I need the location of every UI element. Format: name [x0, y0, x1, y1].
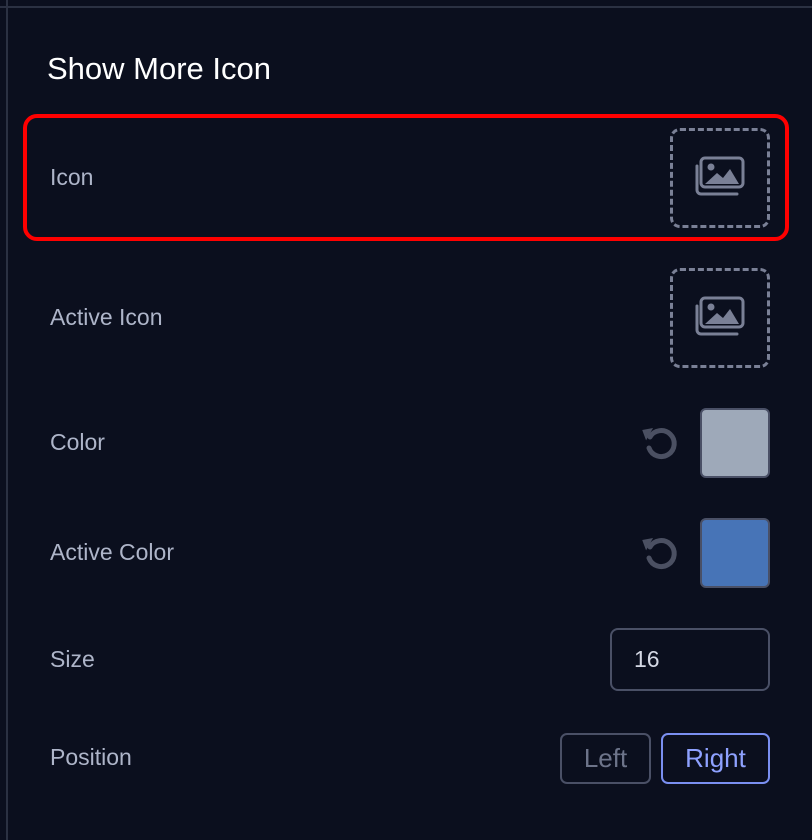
- section-title: Show More Icon: [47, 51, 271, 86]
- size-input[interactable]: [610, 628, 770, 691]
- position-right-button[interactable]: Right: [661, 733, 770, 784]
- color-swatch[interactable]: [700, 408, 770, 478]
- panel-top-divider: [0, 0, 812, 8]
- color-reset-icon[interactable]: [637, 420, 683, 466]
- icon-picker[interactable]: [670, 128, 770, 228]
- size-label: Size: [50, 646, 95, 672]
- active-color-swatch[interactable]: [700, 518, 770, 588]
- active-icon-label: Active Icon: [50, 304, 163, 330]
- position-left-button[interactable]: Left: [560, 733, 651, 784]
- active-icon-picker[interactable]: [670, 268, 770, 368]
- color-label: Color: [50, 429, 105, 455]
- position-label: Position: [50, 744, 132, 770]
- panel-left-divider: [0, 0, 8, 840]
- image-gallery-icon: [694, 155, 746, 202]
- icon-label: Icon: [50, 164, 94, 190]
- image-gallery-icon: [694, 295, 746, 342]
- active-color-reset-icon[interactable]: [637, 530, 683, 576]
- active-color-label: Active Color: [50, 539, 174, 565]
